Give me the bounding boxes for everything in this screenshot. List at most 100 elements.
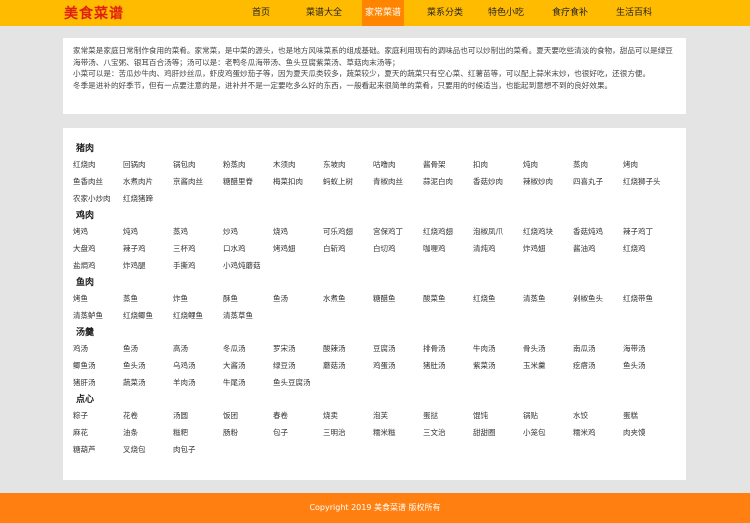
- recipe-link[interactable]: 大酱汤: [223, 357, 273, 374]
- recipe-link[interactable]: 绿豆汤: [273, 357, 323, 374]
- recipe-link[interactable]: 鱼汤: [273, 290, 323, 307]
- recipe-link[interactable]: 豆腐汤: [373, 340, 423, 357]
- recipe-link[interactable]: 肉包子: [173, 441, 223, 458]
- recipe-link[interactable]: 东坡肉: [323, 156, 373, 173]
- recipe-link[interactable]: 白切鸡: [373, 240, 423, 257]
- recipe-link[interactable]: 蒜泥白肉: [423, 173, 473, 190]
- recipe-link[interactable]: 鱼香肉丝: [73, 173, 123, 190]
- recipe-link[interactable]: 酸辣汤: [323, 340, 373, 357]
- recipe-link[interactable]: 炸鸡腿: [123, 257, 173, 274]
- recipe-link[interactable]: 小笼包: [523, 424, 573, 441]
- recipe-link[interactable]: 排骨汤: [423, 340, 473, 357]
- recipe-link[interactable]: 麻花: [73, 424, 123, 441]
- recipe-link[interactable]: 红烧鸡块: [523, 223, 573, 240]
- recipe-link[interactable]: 回锅肉: [123, 156, 173, 173]
- recipe-link[interactable]: 红烧狮子头: [623, 173, 673, 190]
- recipe-link[interactable]: 糍粑: [173, 424, 223, 441]
- recipe-link[interactable]: 冬瓜汤: [223, 340, 273, 357]
- recipe-link[interactable]: 蒸鸡: [173, 223, 223, 240]
- recipe-link[interactable]: 红烧鸡翅: [423, 223, 473, 240]
- recipe-link[interactable]: 烤鱼: [73, 290, 123, 307]
- recipe-link[interactable]: 蛋挞: [423, 407, 473, 424]
- recipe-link[interactable]: 蛋糕: [623, 407, 673, 424]
- recipe-link[interactable]: 叉烧包: [123, 441, 173, 458]
- recipe-link[interactable]: 甜甜圈: [473, 424, 523, 441]
- recipe-link[interactable]: 糯米糍: [373, 424, 423, 441]
- recipe-link[interactable]: 泡芙: [373, 407, 423, 424]
- recipe-link[interactable]: 炸鱼: [173, 290, 223, 307]
- recipe-link[interactable]: 肉夹馍: [623, 424, 673, 441]
- recipe-link[interactable]: 南瓜汤: [573, 340, 623, 357]
- nav-life-encyclopedia[interactable]: 生活百科: [606, 0, 662, 26]
- recipe-link[interactable]: 锅包肉: [173, 156, 223, 173]
- recipe-link[interactable]: 红烧猪蹄: [123, 190, 173, 207]
- recipe-link[interactable]: 炖鸡: [123, 223, 173, 240]
- recipe-link[interactable]: 海带汤: [623, 340, 673, 357]
- recipe-link[interactable]: 梅菜扣肉: [273, 173, 323, 190]
- recipe-link[interactable]: 粽子: [73, 407, 123, 424]
- nav-cuisine-categories[interactable]: 菜系分类: [418, 0, 472, 26]
- recipe-link[interactable]: 蚂蚁上树: [323, 173, 373, 190]
- recipe-link[interactable]: 宫保鸡丁: [373, 223, 423, 240]
- recipe-link[interactable]: 蒸鱼: [123, 290, 173, 307]
- recipe-link[interactable]: 三文治: [423, 424, 473, 441]
- recipe-link[interactable]: 糖葫芦: [73, 441, 123, 458]
- recipe-link[interactable]: 烤肉: [623, 156, 673, 173]
- recipe-link[interactable]: 酥鱼: [223, 290, 273, 307]
- recipe-link[interactable]: 猪肚汤: [423, 357, 473, 374]
- nav-home[interactable]: 首页: [238, 0, 284, 26]
- recipe-link[interactable]: 清炖鸡: [473, 240, 523, 257]
- recipe-link[interactable]: 口水鸡: [223, 240, 273, 257]
- recipe-link[interactable]: 蘑菇汤: [323, 357, 373, 374]
- recipe-link[interactable]: 鲫鱼汤: [73, 357, 123, 374]
- recipe-link[interactable]: 三杯鸡: [173, 240, 223, 257]
- recipe-link[interactable]: 鸡汤: [73, 340, 123, 357]
- recipe-link[interactable]: 红烧鱼: [473, 290, 523, 307]
- recipe-link[interactable]: 牛尾汤: [223, 374, 273, 391]
- recipe-link[interactable]: 紫菜汤: [473, 357, 523, 374]
- recipe-link[interactable]: 疙瘩汤: [573, 357, 623, 374]
- recipe-link[interactable]: 四喜丸子: [573, 173, 623, 190]
- recipe-link[interactable]: 咖喱鸡: [423, 240, 473, 257]
- recipe-link[interactable]: 饭团: [223, 407, 273, 424]
- recipe-link[interactable]: 汤圆: [173, 407, 223, 424]
- recipe-link[interactable]: 红烧带鱼: [623, 290, 673, 307]
- nav-dietary-therapy[interactable]: 食疗食补: [544, 0, 596, 26]
- recipe-link[interactable]: 酸菜鱼: [423, 290, 473, 307]
- recipe-link[interactable]: 水饺: [573, 407, 623, 424]
- recipe-link[interactable]: 扣肉: [473, 156, 523, 173]
- recipe-link[interactable]: 红烧肉: [73, 156, 123, 173]
- recipe-link[interactable]: 肠粉: [223, 424, 273, 441]
- recipe-link[interactable]: 炒鸡: [223, 223, 273, 240]
- recipe-link[interactable]: 盐焗鸡: [73, 257, 123, 274]
- recipe-link[interactable]: 炸鸡翅: [523, 240, 573, 257]
- recipe-link[interactable]: 大盘鸡: [73, 240, 123, 257]
- nav-recipe-collection[interactable]: 菜谱大全: [296, 0, 352, 26]
- recipe-link[interactable]: 香菇炒肉: [473, 173, 523, 190]
- recipe-link[interactable]: 泡椒凤爪: [473, 223, 523, 240]
- recipe-link[interactable]: 清蒸草鱼: [223, 307, 273, 324]
- recipe-link[interactable]: 烧卖: [323, 407, 373, 424]
- recipe-link[interactable]: 京酱肉丝: [173, 173, 223, 190]
- recipe-link[interactable]: 酱骨架: [423, 156, 473, 173]
- recipe-link[interactable]: 炖肉: [523, 156, 573, 173]
- recipe-link[interactable]: 糖醋鱼: [373, 290, 423, 307]
- recipe-link[interactable]: 剁椒鱼头: [573, 290, 623, 307]
- recipe-link[interactable]: 油条: [123, 424, 173, 441]
- recipe-link[interactable]: 酱油鸡: [573, 240, 623, 257]
- recipe-link[interactable]: 鸡蛋汤: [373, 357, 423, 374]
- recipe-link[interactable]: 红烧鲤鱼: [173, 307, 223, 324]
- recipe-link[interactable]: 咕噜肉: [373, 156, 423, 173]
- recipe-link[interactable]: 烧鸡: [273, 223, 323, 240]
- recipe-link[interactable]: 清蒸鲈鱼: [73, 307, 123, 324]
- recipe-link[interactable]: 水煮肉片: [123, 173, 173, 190]
- recipe-link[interactable]: 红烧鲫鱼: [123, 307, 173, 324]
- recipe-link[interactable]: 手撕鸡: [173, 257, 223, 274]
- site-logo[interactable]: 美食菜谱: [64, 3, 124, 23]
- recipe-link[interactable]: 高汤: [173, 340, 223, 357]
- recipe-link[interactable]: 木须肉: [273, 156, 323, 173]
- recipe-link[interactable]: 小鸡炖蘑菇: [223, 257, 273, 274]
- recipe-link[interactable]: 锅贴: [523, 407, 573, 424]
- recipe-link[interactable]: 糯米鸡: [573, 424, 623, 441]
- recipe-link[interactable]: 烤鸡翅: [273, 240, 323, 257]
